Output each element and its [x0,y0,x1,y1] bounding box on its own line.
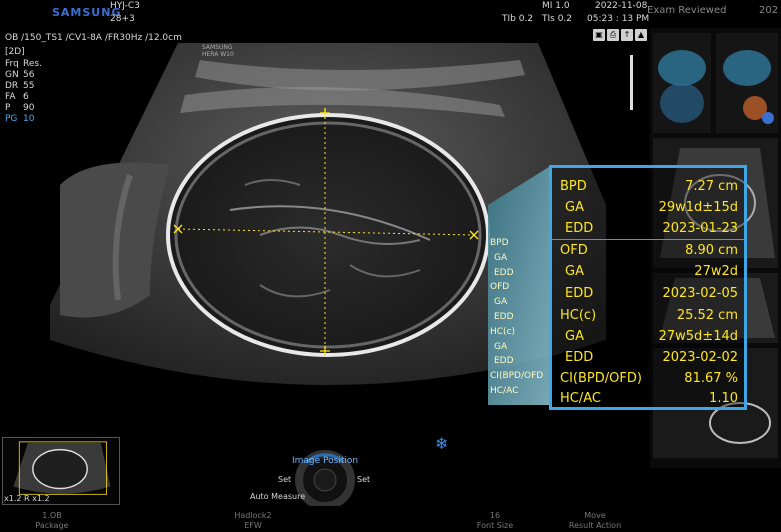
measurement-row[interactable]: EDD 2023-02-05 [560,286,738,306]
label-item: EDD [494,356,514,367]
softkey-value: 16 [489,511,501,520]
measurement-row[interactable]: GA 29w1d±15d [560,200,738,220]
measurement-label: OFD [560,243,588,258]
measurement-value: 2023-02-05 [662,286,738,301]
storage-icon[interactable]: ▲ [635,29,647,41]
measurement-row[interactable]: GA 27w5d±14d [560,329,738,349]
measurement-label: HC(c) [560,308,597,323]
measurement-label: EDD [565,350,594,365]
softkey-label: Package [35,521,69,530]
watermark-model: HERA W10 [202,51,234,58]
measurement-label: EDD [565,286,594,301]
thumbnail[interactable] [716,33,778,133]
label-item: HC/AC [490,385,519,396]
measurement-label: EDD [565,221,594,236]
measurement-row-ofd[interactable]: OFD 8.90 cm [560,243,738,263]
label-item: CI(BPD/OFD [490,371,544,382]
label-item: BPD [490,238,509,248]
measurement-row-ci[interactable]: CI(BPD/OFD) 81.67 % [560,371,738,391]
measurement-label-list: BPD GA EDD OFD GA EDD HC(c) GA EDD CI(BP… [490,236,543,399]
thermal-index-soft: TIs 0.2 [542,14,573,24]
measurement-value: 8.90 cm [685,243,738,258]
exam-time: 05:23 : 13 PM [587,14,650,24]
softkey-font-size[interactable]: 16 Font Size [455,511,535,531]
save-icon[interactable]: ▣ [593,29,605,41]
softkey-value: 1.OB [42,511,62,520]
auto-measure-button[interactable]: Auto Measure [250,492,305,501]
label-item: GA [494,252,508,263]
measurement-value: 1.10 [709,391,738,406]
measurement-value: 27w5d±14d [658,329,738,344]
exam-date: 2022-11-08 [595,1,648,11]
thermal-index-bone: TIb 0.2 [502,14,534,24]
image-position-label[interactable]: Image Position [292,456,358,466]
measurement-label: GA [565,264,584,279]
softkey-value: Hadlock2 [234,511,272,520]
label-item: EDD [494,267,514,278]
print-icon[interactable]: ⎙ [607,29,619,41]
softkey-value: Move [584,511,606,520]
measurement-row[interactable]: EDD 2023-02-02 [560,350,738,370]
softkey-label: Font Size [476,521,514,530]
patient-id: HYJ-C3 [110,1,140,11]
measurement-label: HC/AC [560,391,601,406]
measurement-label: GA [565,200,584,215]
label-item: HC(c) [490,326,516,337]
softkey-bar [0,509,781,532]
watermark-brand: SAMSUNG [202,44,233,51]
softkey-package[interactable]: 1.OB Package [12,511,92,531]
set-left-button[interactable]: Set [278,475,291,484]
label-item: GA [494,297,508,308]
measurement-value: 27w2d [694,264,738,279]
softkey-efw[interactable]: Hadlock2 EFW [213,511,293,531]
softkey-label: EFW [244,521,262,530]
gestational-age: 28+3 [110,14,135,24]
label-item: OFD [490,282,510,293]
year-label: 202 [759,5,779,16]
label-item: EDD [494,311,514,322]
measurement-value: 29w1d±15d [658,200,738,215]
softkey-result-action[interactable]: Move Result Action [555,511,635,531]
thumbnail[interactable] [653,33,711,133]
measurement-label: BPD [560,179,587,194]
measurement-row-hc-ac[interactable]: HC/AC 1.10 [560,391,738,411]
exam-reviewed-label: Exam Reviewed [647,5,727,16]
measurement-value: 7.27 cm [685,179,738,194]
set-right-button[interactable]: Set [357,475,370,484]
send-icon[interactable]: ↑ [621,29,633,41]
mechanical-index: MI 1.0 [542,1,570,11]
measurement-value: 2023-01-23 [662,221,738,236]
zoom-label: x1.2 R x1.2 [4,494,50,503]
measurement-row[interactable]: GA 27w2d [560,264,738,284]
measurement-result-table[interactable]: BPD 7.27 cm GA 29w1d±15d EDD 2023-01-23 OFD… [549,165,747,410]
measurement-value: 25.52 cm [676,308,738,323]
measurement-value: 2023-02-02 [662,350,738,365]
softkey-label: Result Action [568,521,622,530]
measurement-row-hc[interactable]: HC(c) 25.52 cm [560,308,738,328]
measurement-label: CI(BPD/OFD) [560,371,642,386]
divider [552,239,744,240]
label-item: GA [494,341,508,352]
toolbar-icons: ▣ ⎙ ↑ ▲ [593,29,647,41]
measurement-row[interactable]: EDD 2023-01-23 [560,221,738,241]
snowflake-icon: ❄ [435,434,449,453]
measurement-label: GA [565,329,584,344]
measurement-value: 81.67 % [684,371,738,386]
measurement-row-bpd[interactable]: BPD 7.27 cm [560,179,738,199]
